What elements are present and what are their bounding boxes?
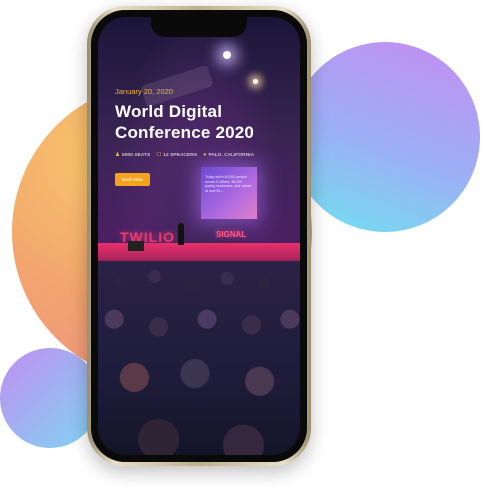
meta-speakers: ☐ 12 SPEACERS	[156, 152, 197, 158]
event-date: January 20, 2020	[115, 87, 173, 96]
speaker-figure	[178, 223, 184, 245]
background-blob-cyan	[0, 348, 100, 448]
phone-frame: Today we're 40,000 people across 5 offic…	[87, 6, 311, 466]
event-meta: ♟ 5000 SEATS ☐ 12 SPEACERS ● PALO, CALIF…	[115, 152, 290, 158]
location-pin-icon: ●	[203, 152, 207, 158]
audience-crowd	[98, 261, 300, 455]
meta-location-text: PALO, CALIFORNIA	[208, 152, 254, 158]
stage-spotlight-small	[253, 79, 258, 84]
podium	[128, 241, 144, 251]
meta-location: ● PALO, CALIFORNIA	[203, 152, 254, 158]
meta-seats-text: 5000 SEATS	[121, 152, 151, 158]
mic-icon: ☐	[156, 152, 162, 158]
person-icon: ♟	[115, 152, 120, 158]
phone-screen: Today we're 40,000 people across 5 offic…	[98, 17, 300, 455]
event-title: World Digital Conference 2020	[115, 101, 290, 143]
meta-speakers-text: 12 SPEACERS	[163, 152, 198, 158]
book-now-button[interactable]: Book Now	[115, 173, 150, 186]
event-title-line1: World Digital	[115, 102, 223, 121]
stage-sign-right: SIGNAL	[216, 230, 247, 239]
hero-content: January 20, 2020 World Digital Conferenc…	[115, 87, 290, 186]
background-blob-purple	[290, 42, 480, 232]
event-title-line2: Conference 2020	[115, 123, 255, 142]
stage-spotlight	[223, 51, 231, 59]
phone-notch	[151, 17, 247, 37]
meta-seats: ♟ 5000 SEATS	[115, 152, 150, 158]
